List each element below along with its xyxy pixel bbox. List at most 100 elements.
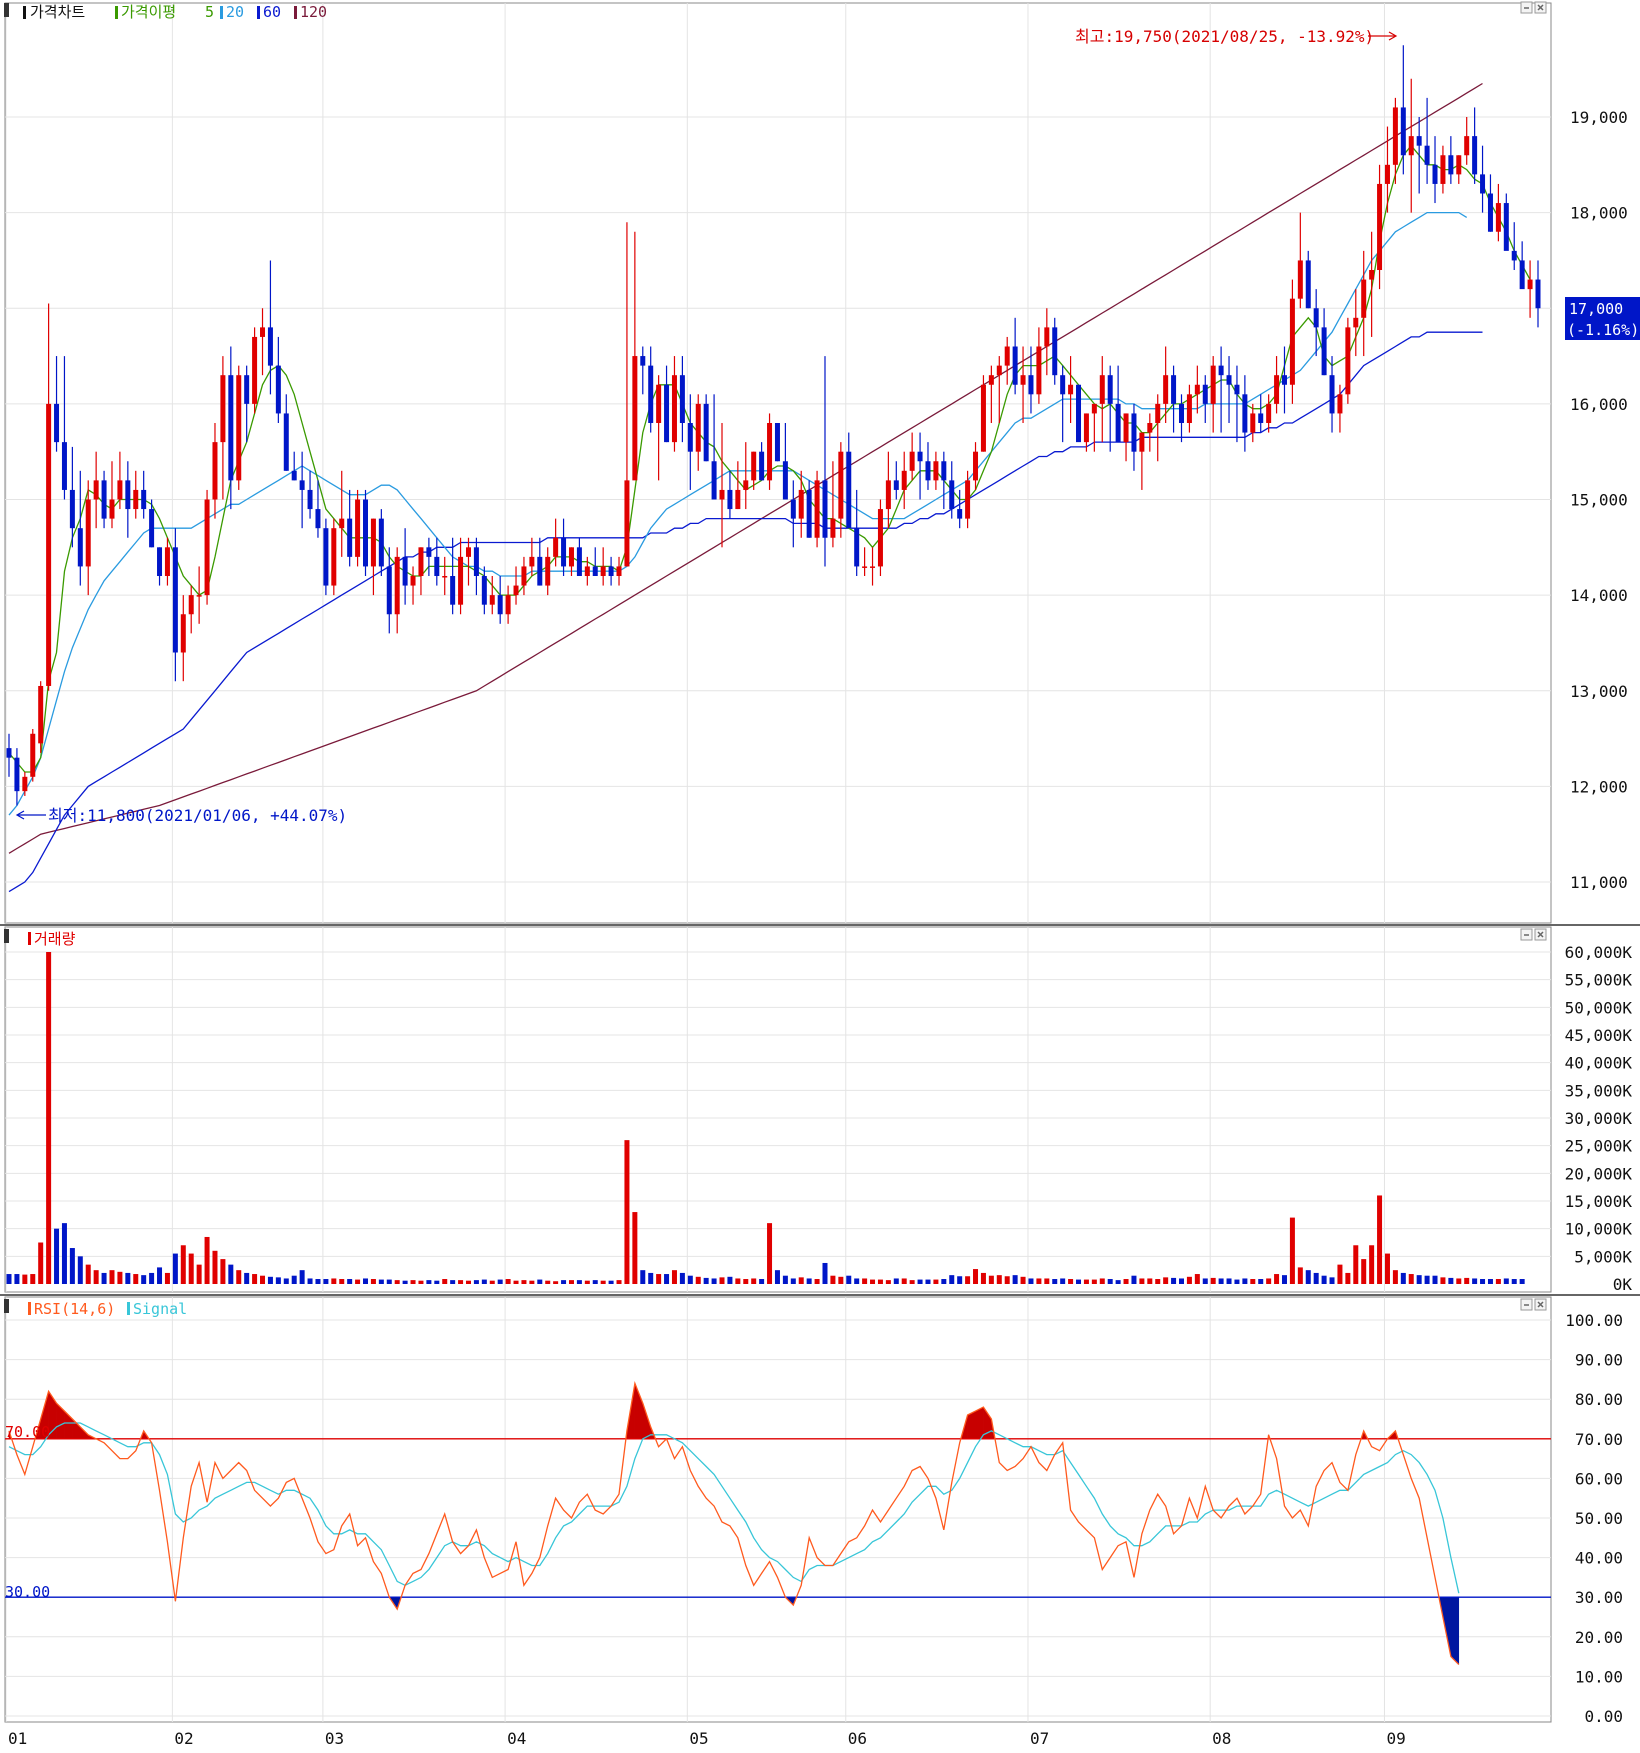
volume-bar bbox=[1504, 1278, 1509, 1284]
candle-body bbox=[268, 327, 273, 365]
candle-body bbox=[601, 566, 606, 576]
price-legend-title: 가격차트 bbox=[30, 3, 85, 21]
candle-body bbox=[1282, 375, 1287, 385]
volume-bar bbox=[569, 1280, 574, 1284]
volume-bar bbox=[252, 1274, 257, 1284]
low-annotation: 최저:11,800(2021/01/06, +44.07%) bbox=[17, 806, 347, 825]
rsi-tick-label: 0.00 bbox=[1584, 1707, 1623, 1726]
candle-body bbox=[252, 337, 257, 404]
volume-bar bbox=[371, 1279, 376, 1284]
volume-bar bbox=[1076, 1280, 1081, 1284]
candle-body bbox=[434, 557, 439, 576]
candle-body bbox=[70, 490, 75, 528]
minimize-icon[interactable] bbox=[1521, 2, 1532, 13]
volume-bar bbox=[1195, 1274, 1200, 1284]
candle-body bbox=[973, 452, 978, 481]
volume-bar bbox=[807, 1278, 812, 1284]
candle-body bbox=[323, 528, 328, 585]
candle-body bbox=[1385, 165, 1390, 184]
candle bbox=[1052, 318, 1057, 385]
candle-body bbox=[593, 566, 598, 576]
volume-bar bbox=[822, 1263, 827, 1284]
month-tick-label: 08 bbox=[1212, 1729, 1231, 1748]
volume-tick-label: 50,000K bbox=[1565, 998, 1633, 1017]
volume-bar bbox=[1330, 1277, 1335, 1284]
volume-bar bbox=[854, 1278, 859, 1284]
candle-body bbox=[767, 423, 772, 480]
volume-bar bbox=[1393, 1270, 1398, 1284]
close-icon[interactable] bbox=[1535, 1299, 1546, 1310]
candle-body bbox=[1195, 385, 1200, 395]
candle-body bbox=[585, 566, 590, 576]
candle-body bbox=[474, 547, 479, 576]
candle-body bbox=[331, 528, 336, 585]
volume-bar bbox=[292, 1276, 297, 1284]
rsi-legend-title: RSI(14,6) bbox=[34, 1300, 115, 1318]
volume-bar bbox=[1496, 1279, 1501, 1284]
volume-tick-label: 55,000K bbox=[1565, 971, 1633, 990]
candle bbox=[878, 500, 883, 577]
candle-body bbox=[569, 547, 574, 566]
volume-bar bbox=[395, 1280, 400, 1284]
candle-body bbox=[141, 490, 146, 509]
candle-body bbox=[791, 500, 796, 519]
close-icon[interactable] bbox=[1535, 929, 1546, 940]
candle-body bbox=[347, 519, 352, 557]
volume-bar bbox=[1147, 1278, 1152, 1284]
volume-bar bbox=[244, 1273, 249, 1284]
volume-bar bbox=[474, 1280, 479, 1284]
minimize-icon[interactable] bbox=[1521, 929, 1532, 940]
volume-bar bbox=[228, 1265, 233, 1284]
volume-bar bbox=[411, 1280, 416, 1284]
candle-body bbox=[1369, 270, 1374, 280]
rsi-tick-label: 30.00 bbox=[1575, 1588, 1623, 1607]
volume-bar bbox=[490, 1281, 495, 1284]
current-price-label: 17,000 bbox=[1569, 300, 1623, 318]
candle-body bbox=[339, 519, 344, 529]
volume-bar bbox=[838, 1277, 843, 1284]
volume-tick-label: 40,000K bbox=[1565, 1054, 1633, 1073]
close-icon[interactable] bbox=[1535, 2, 1546, 13]
candle-body bbox=[1076, 385, 1081, 442]
candle-body bbox=[680, 375, 685, 423]
candle-body bbox=[1298, 260, 1303, 298]
candle-body bbox=[1401, 107, 1406, 155]
candle-body bbox=[1013, 347, 1018, 385]
candle-body bbox=[1250, 413, 1255, 432]
volume-bar bbox=[308, 1278, 313, 1284]
candle-body bbox=[807, 490, 812, 538]
candle-body bbox=[1139, 433, 1144, 452]
candle-body bbox=[878, 509, 883, 566]
price-tick-label: 19,000 bbox=[1570, 108, 1628, 127]
candle-body bbox=[62, 442, 67, 490]
candle-body bbox=[632, 356, 637, 480]
candle-body bbox=[1234, 385, 1239, 395]
candle-body bbox=[799, 490, 804, 519]
volume-bar bbox=[1266, 1278, 1271, 1284]
volume-bar bbox=[323, 1279, 328, 1284]
volume-bar bbox=[1417, 1275, 1422, 1284]
volume-bar bbox=[680, 1273, 685, 1284]
candle-body bbox=[997, 366, 1002, 376]
volume-bar bbox=[38, 1243, 43, 1285]
candle-body bbox=[1274, 375, 1279, 404]
volume-bar bbox=[189, 1254, 194, 1284]
volume-bar bbox=[537, 1280, 542, 1284]
volume-bar bbox=[933, 1280, 938, 1284]
volume-bar bbox=[688, 1276, 693, 1284]
candle-body bbox=[1512, 251, 1517, 261]
candle-body bbox=[902, 471, 907, 490]
volume-bar bbox=[989, 1276, 994, 1284]
minimize-icon[interactable] bbox=[1521, 1299, 1532, 1310]
candle-body bbox=[1147, 423, 1152, 433]
candle-body bbox=[86, 500, 91, 567]
chart-canvas: 11,00012,00013,00014,00015,00016,00017,0… bbox=[0, 0, 1640, 1749]
candle-body bbox=[1203, 385, 1208, 404]
volume-bar bbox=[403, 1281, 408, 1284]
candle-body bbox=[205, 500, 210, 596]
volume-bar bbox=[54, 1229, 59, 1284]
volume-bar bbox=[902, 1278, 907, 1284]
volume-bar bbox=[577, 1280, 582, 1284]
candle-body bbox=[442, 576, 447, 578]
volume-bar bbox=[434, 1281, 439, 1284]
